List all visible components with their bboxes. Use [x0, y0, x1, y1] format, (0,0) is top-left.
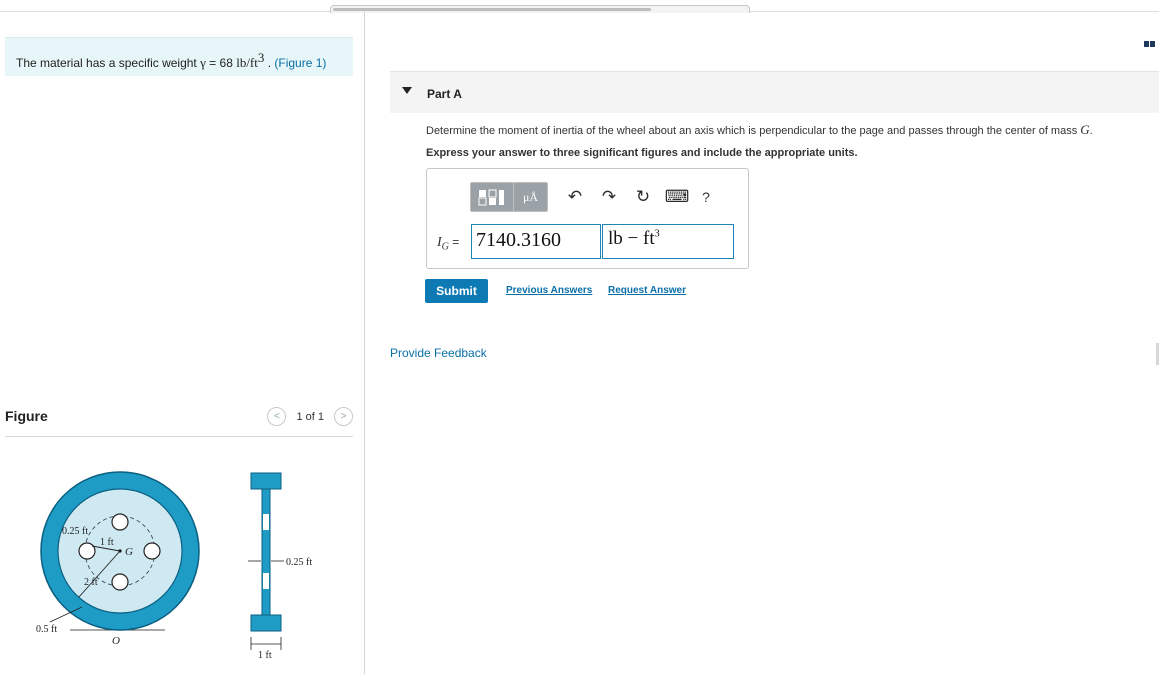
- label-rim-width: 0.5 ft: [36, 624, 57, 635]
- templates-icon: [478, 189, 504, 206]
- section-bottom-flange: [250, 614, 282, 632]
- prev-figure-button[interactable]: <: [267, 407, 287, 426]
- help-icon[interactable]: ?: [694, 182, 718, 212]
- units-input[interactable]: lb − ft3: [602, 224, 734, 259]
- templates-button[interactable]: [470, 182, 514, 212]
- answer-instruction: Express your answer to three significant…: [426, 147, 858, 159]
- figure-pager: < 1 of 1 >: [267, 407, 353, 426]
- label-section-width: 1 ft: [258, 650, 272, 661]
- section-top-flange: [250, 472, 282, 490]
- figure-header: Figure < 1 of 1 >: [5, 407, 353, 437]
- question-body: Determine the moment of inertia of the w…: [426, 125, 1081, 137]
- part-a-header[interactable]: Part A: [390, 71, 1159, 113]
- submit-button[interactable]: Submit: [425, 279, 488, 303]
- label-pivot-o: O: [112, 635, 120, 647]
- problem-statement: The material has a specific weight γ = 6…: [5, 37, 353, 76]
- problem-equals: = 68: [205, 56, 237, 70]
- wheel-figure: 0.25 ft 1 ft G 2 ft 0.5 ft O 0.25 ft 1 f…: [36, 471, 312, 661]
- section-web: [261, 488, 271, 616]
- keyboard-icon[interactable]: ⌨: [660, 182, 694, 212]
- units-button[interactable]: μÅ: [514, 182, 548, 212]
- problem-separator: .: [264, 56, 275, 70]
- reset-icon[interactable]: ↻: [626, 182, 660, 212]
- value-input[interactable]: 7140.3160: [471, 224, 601, 259]
- specific-weight-unit: lb/ft: [236, 55, 258, 70]
- part-title: Part A: [427, 87, 462, 101]
- previous-answers-link[interactable]: Previous Answers: [506, 285, 592, 296]
- answer-equals: =: [448, 235, 460, 249]
- question-text: Determine the moment of inertia of the w…: [426, 122, 1093, 138]
- caret-down-icon[interactable]: [402, 87, 412, 94]
- label-hole-distance: 1 ft: [100, 537, 114, 548]
- question-variable: G: [1080, 122, 1090, 137]
- hole-top: [111, 513, 129, 531]
- answer-label: IG =: [437, 235, 459, 252]
- problem-text: The material has a specific weight: [16, 56, 201, 70]
- scrollbar-thumb[interactable]: [333, 8, 651, 11]
- units-exponent: 3: [654, 228, 660, 240]
- hole-right: [143, 542, 161, 560]
- request-answer-link[interactable]: Request Answer: [608, 285, 686, 296]
- section-web-slot-top: [263, 514, 269, 530]
- label-center-g: G: [125, 546, 133, 558]
- undo-icon[interactable]: ↶: [558, 182, 592, 212]
- label-outer-radius: 2 ft: [84, 577, 98, 588]
- provide-feedback-link[interactable]: Provide Feedback: [390, 346, 487, 360]
- figure-page-count: 1 of 1: [296, 410, 324, 423]
- next-figure-button[interactable]: >: [334, 407, 353, 426]
- redo-icon[interactable]: ↷: [592, 182, 626, 212]
- label-hole-radius: 0.25 ft: [62, 526, 88, 537]
- question-end: .: [1089, 125, 1093, 137]
- units-text: lb − ft: [608, 228, 655, 249]
- pane-divider[interactable]: [364, 12, 365, 674]
- hole-bottom: [111, 573, 129, 591]
- panel-toggle-icon[interactable]: [1143, 34, 1155, 47]
- figure-link[interactable]: (Figure 1): [274, 56, 326, 70]
- answer-subscript: G: [441, 241, 449, 253]
- answer-box: μÅ ↶ ↷ ↻ ⌨ ? IG = 7140.3160 lb − ft3: [426, 168, 749, 269]
- math-toolbar: μÅ ↶ ↷ ↻ ⌨ ?: [470, 181, 718, 213]
- section-web-slot-bottom: [263, 573, 269, 589]
- figure-title: Figure: [5, 408, 48, 424]
- label-section-thickness: 0.25 ft: [286, 557, 312, 568]
- hole-left: [78, 542, 96, 560]
- horizontal-scrollbar[interactable]: [330, 5, 750, 13]
